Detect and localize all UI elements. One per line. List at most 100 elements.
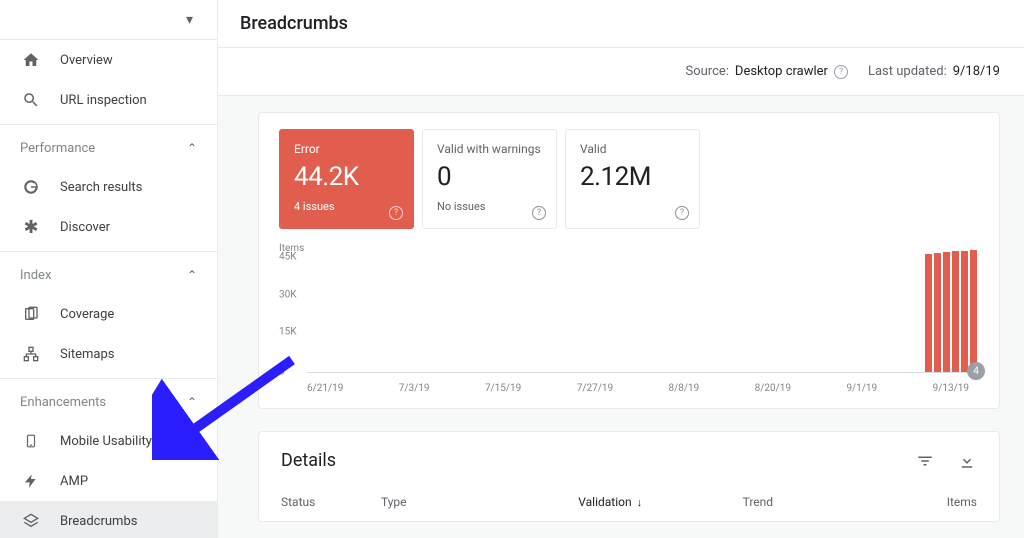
sidebar-item-url-inspection[interactable]: URL inspection <box>0 80 217 120</box>
stat-tile-error[interactable]: Error 44.2K 4 issues ? <box>279 129 414 229</box>
google-icon <box>20 176 42 198</box>
property-dropdown[interactable]: ▾ <box>0 0 217 40</box>
download-icon[interactable] <box>957 451 977 471</box>
chart-bar <box>952 251 959 372</box>
section-title: Performance <box>20 141 95 156</box>
stat-value: 0 <box>437 162 542 192</box>
sidebar-item-mobile-usability[interactable]: Mobile Usability <box>0 421 217 461</box>
chart-ytick: 0 <box>279 367 285 378</box>
divider <box>0 251 217 252</box>
chart-bar <box>943 252 950 372</box>
source-label: Source: <box>685 64 728 79</box>
chart-xaxis: 6/21/19 7/3/19 7/15/19 7/27/19 8/8/19 8/… <box>307 373 979 394</box>
amp-icon <box>20 470 42 492</box>
sidebar-item-label: Mobile Usability <box>60 434 152 449</box>
chevron-up-icon: ⌃ <box>187 268 197 282</box>
chart-bars <box>925 250 977 372</box>
discover-icon: ✱ <box>20 216 42 238</box>
help-icon[interactable]: ? <box>532 206 546 220</box>
source-value: Desktop crawler <box>735 64 828 79</box>
help-icon[interactable]: ? <box>675 206 689 220</box>
stat-label: Error <box>294 142 399 156</box>
sidebar: ▾ Overview URL inspection Performance ⌃ … <box>0 0 218 538</box>
stat-value: 2.12M <box>580 162 685 192</box>
chart-ytick: 15K <box>279 327 297 338</box>
chart-xtick: 9/1/19 <box>846 383 877 394</box>
details-card: Details Status Type Validation <box>258 431 1000 522</box>
section-title: Index <box>20 268 51 283</box>
chart-bar <box>961 251 968 372</box>
stat-tile-warnings[interactable]: Valid with warnings 0 No issues ? <box>422 129 557 229</box>
breadcrumbs-icon <box>20 510 42 532</box>
sitemaps-icon <box>20 343 42 365</box>
stat-value: 44.2K <box>294 162 399 192</box>
stat-tile-valid[interactable]: Valid 2.12M ? <box>565 129 700 229</box>
chevron-up-icon: ⌃ <box>187 141 197 155</box>
sidebar-item-breadcrumbs[interactable]: Breadcrumbs <box>0 501 217 538</box>
details-title: Details <box>281 450 336 471</box>
sort-down-icon: ↓ <box>637 496 643 509</box>
stats-row: Error 44.2K 4 issues ? Valid with warnin… <box>279 129 979 229</box>
mobile-icon <box>20 430 42 452</box>
chart-xtick: 7/15/19 <box>485 383 521 394</box>
sidebar-item-label: Coverage <box>60 307 114 322</box>
stat-sub: 4 issues <box>294 200 399 213</box>
chart-xtick: 8/8/19 <box>669 383 700 394</box>
sidebar-item-label: Overview <box>60 53 113 68</box>
th-validation[interactable]: Validation ↓ <box>578 495 742 509</box>
chart-ytick: 30K <box>279 289 297 300</box>
sidebar-item-discover[interactable]: ✱ Discover <box>0 207 217 247</box>
stat-sub: No issues <box>437 200 542 213</box>
th-items[interactable]: Items <box>907 495 977 509</box>
chart-xtick: 8/20/19 <box>755 383 791 394</box>
sidebar-item-overview[interactable]: Overview <box>0 40 217 80</box>
th-status[interactable]: Status <box>281 495 381 509</box>
sidebar-item-label: Search results <box>60 180 142 195</box>
chart-bar <box>934 253 941 372</box>
chart-xtick: 9/13/19 <box>933 383 969 394</box>
chart-ytick: 45K <box>279 252 297 263</box>
sidebar-item-label: Breadcrumbs <box>60 514 137 529</box>
sidebar-item-label: Discover <box>60 220 110 235</box>
search-icon <box>20 89 42 111</box>
divider <box>0 124 217 125</box>
home-icon <box>20 49 42 71</box>
sidebar-item-coverage[interactable]: Coverage <box>0 294 217 334</box>
chart-bar <box>970 250 977 372</box>
metabar: Source: Desktop crawler ? Last updated: … <box>218 48 1024 96</box>
titlebar: Breadcrumbs <box>218 0 1024 48</box>
divider <box>0 378 217 379</box>
chart-bar <box>925 254 932 372</box>
chevron-up-icon: ⌃ <box>187 395 197 409</box>
sidebar-item-label: AMP <box>60 474 88 489</box>
sidebar-item-sitemaps[interactable]: Sitemaps <box>0 334 217 374</box>
chart-xtick: 6/21/19 <box>307 383 343 394</box>
th-trend[interactable]: Trend <box>743 495 907 509</box>
updated-value: 9/18/19 <box>953 64 1000 79</box>
chart: Items 45K 30K 15K 0 <box>279 247 979 394</box>
sidebar-item-amp[interactable]: AMP <box>0 461 217 501</box>
stat-label: Valid <box>580 142 685 156</box>
section-title: Enhancements <box>20 395 106 410</box>
summary-card: Error 44.2K 4 issues ? Valid with warnin… <box>258 112 1000 409</box>
page-title: Breadcrumbs <box>240 13 348 34</box>
sidebar-item-search-results[interactable]: Search results <box>0 167 217 207</box>
section-header-index[interactable]: Index ⌃ <box>0 256 217 294</box>
main-content: Breadcrumbs Source: Desktop crawler ? La… <box>218 0 1024 538</box>
chart-area: 45K 30K 15K 0 4 <box>307 247 979 373</box>
sidebar-item-label: URL inspection <box>60 93 147 108</box>
section-header-performance[interactable]: Performance ⌃ <box>0 129 217 167</box>
filter-icon[interactable] <box>915 451 935 471</box>
chart-xtick: 7/27/19 <box>577 383 613 394</box>
help-icon[interactable]: ? <box>389 206 403 220</box>
stat-label: Valid with warnings <box>437 142 542 156</box>
section-header-enhancements[interactable]: Enhancements ⌃ <box>0 383 217 421</box>
help-icon[interactable]: ? <box>834 65 848 79</box>
th-type[interactable]: Type <box>381 495 578 509</box>
chart-xtick: 7/3/19 <box>399 383 430 394</box>
chevron-down-icon: ▾ <box>186 12 193 28</box>
details-table-header: Status Type Validation ↓ Trend Items <box>281 495 977 509</box>
sidebar-item-label: Sitemaps <box>60 347 115 362</box>
chart-badge[interactable]: 4 <box>967 362 985 380</box>
coverage-icon <box>20 303 42 325</box>
